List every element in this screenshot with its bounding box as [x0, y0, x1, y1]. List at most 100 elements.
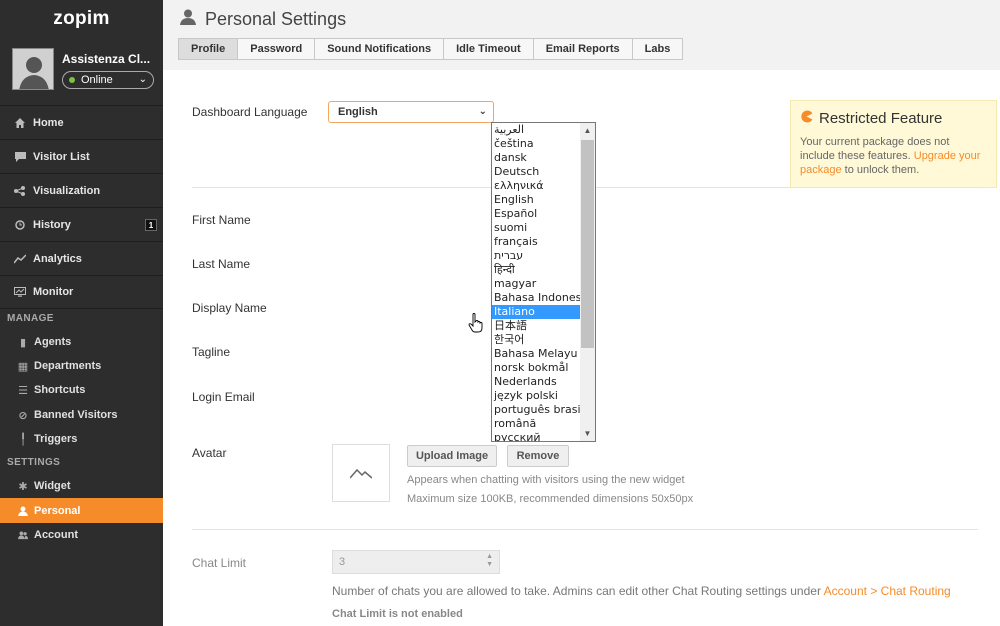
sidebar-item-monitor[interactable]: Monitor	[0, 275, 163, 309]
language-option[interactable]: עברית	[492, 249, 580, 263]
sidebar-item-home[interactable]: Home	[0, 105, 163, 139]
sidebar-item-label: Shortcuts	[34, 384, 86, 396]
dropdown-scrollbar[interactable]: ▲ ▼	[580, 123, 595, 441]
chat-routing-link[interactable]: Account > Chat Routing	[824, 584, 951, 598]
restricted-icon	[800, 110, 813, 127]
sidebar-item-history[interactable]: History 1	[0, 207, 163, 241]
avatar-silhouette-icon	[13, 49, 53, 89]
sidebar-item-visualization[interactable]: Visualization	[0, 173, 163, 207]
language-option[interactable]: magyar	[492, 277, 580, 291]
departments-icon: ▦	[17, 360, 29, 373]
restricted-feature-box: Restricted Feature Your current package …	[790, 100, 997, 188]
chat-limit-help: Number of chats you are allowed to take.…	[332, 584, 951, 598]
language-option[interactable]: français	[492, 235, 580, 249]
manage-section-label: MANAGE	[7, 313, 54, 324]
language-option[interactable]: Deutsch	[492, 165, 580, 179]
language-option[interactable]: 日本語	[492, 319, 580, 333]
sidebar-item-label: Account	[34, 529, 78, 541]
user-icon	[179, 9, 197, 30]
tab-sound-notifications[interactable]: Sound Notifications	[315, 38, 445, 60]
sidebar-item-personal[interactable]: Personal	[0, 498, 163, 523]
scroll-up-icon[interactable]: ▲	[580, 123, 595, 138]
tab-email-reports[interactable]: Email Reports	[533, 38, 633, 60]
upload-image-button[interactable]: Upload Image	[407, 445, 497, 467]
sidebar: zopim Assistenza Cl... Online ⌄ Home Vis…	[0, 0, 163, 626]
language-option[interactable]: norsk bokmål	[492, 361, 580, 375]
account-icon	[18, 530, 28, 540]
shortcuts-icon: ☰	[18, 384, 28, 397]
sidebar-item-shortcuts[interactable]: ☰ Shortcuts	[0, 379, 163, 401]
language-option[interactable]: dansk	[492, 151, 580, 165]
sidebar-item-agents[interactable]: ▮ Agents	[0, 331, 163, 353]
language-option[interactable]: Español	[492, 207, 580, 221]
language-option[interactable]: čeština	[492, 137, 580, 151]
language-option[interactable]: русский	[492, 431, 580, 441]
sidebar-item-departments[interactable]: ▦ Departments	[0, 355, 163, 377]
language-dropdown-list[interactable]: العربية čeština dansk Deutsch ελληνικά Englis…	[491, 122, 596, 442]
sidebar-item-account[interactable]: Account	[0, 524, 163, 546]
sidebar-item-analytics[interactable]: Analytics	[0, 241, 163, 275]
language-option[interactable]: Bahasa Melayu	[492, 347, 580, 361]
chat-limit-value: 3	[339, 556, 346, 568]
language-option[interactable]: română	[492, 417, 580, 431]
stepper-arrows-icon: ▲ ▼	[486, 553, 493, 568]
restricted-feature-title: Restricted Feature	[800, 110, 987, 127]
scrollbar-thumb[interactable]	[581, 140, 594, 348]
scroll-down-icon[interactable]: ▼	[580, 426, 595, 441]
gear-icon: ✱	[18, 480, 28, 493]
language-option[interactable]: ελληνικά	[492, 179, 580, 193]
zopim-logo[interactable]: zopim	[0, 0, 163, 38]
language-option[interactable]: English	[492, 193, 580, 207]
avatar-help-text-2: Maximum size 100KB, recommended dimensio…	[407, 493, 694, 505]
ban-icon: ⊘	[18, 409, 28, 422]
online-dot-icon	[69, 77, 75, 83]
sidebar-item-visitor-list[interactable]: Visitor List	[0, 139, 163, 173]
language-option[interactable]: 한국어	[492, 333, 580, 347]
sidebar-item-label: Triggers	[34, 433, 78, 445]
language-option[interactable]: Bahasa Indonesia	[492, 291, 591, 305]
language-option[interactable]: język polski	[492, 389, 580, 403]
avatar[interactable]	[12, 48, 54, 90]
restricted-text-2: to unlock them.	[841, 164, 920, 176]
language-option[interactable]: português brasileiro	[492, 403, 595, 417]
agent-profile: Assistenza Cl... Online ⌄	[12, 48, 157, 96]
status-select[interactable]: Online ⌄	[62, 71, 154, 89]
chat-limit-label: Chat Limit	[192, 556, 247, 570]
home-icon	[14, 117, 26, 129]
display-name-label: Display Name	[192, 301, 267, 315]
agent-icon: ▮	[19, 336, 27, 349]
tab-password[interactable]: Password	[238, 38, 316, 60]
divider	[192, 529, 978, 530]
settings-tabs: Profile Password Sound Notifications Idl…	[178, 38, 684, 60]
sidebar-item-label: Home	[33, 116, 64, 129]
hand-cursor-icon	[468, 313, 483, 333]
image-placeholder-icon	[350, 468, 372, 479]
chevron-down-icon: ⌄	[138, 74, 147, 85]
chat-limit-status: Chat Limit is not enabled	[332, 608, 463, 620]
language-option[interactable]: Italiano	[492, 305, 580, 319]
visualization-icon	[14, 185, 26, 197]
avatar-preview	[332, 444, 390, 502]
tab-idle-timeout[interactable]: Idle Timeout	[444, 38, 534, 60]
sidebar-item-triggers[interactable]: ╿ Triggers	[0, 428, 163, 450]
first-name-label: First Name	[192, 213, 251, 227]
sidebar-item-widget[interactable]: ✱ Widget	[0, 475, 163, 497]
last-name-label: Last Name	[192, 257, 251, 271]
tab-profile[interactable]: Profile	[178, 38, 239, 60]
chevron-down-icon: ⌄	[478, 106, 487, 117]
language-option[interactable]: हिन्दी	[492, 263, 580, 277]
remove-avatar-button[interactable]: Remove	[507, 445, 569, 467]
language-option[interactable]: suomi	[492, 221, 580, 235]
tab-labs[interactable]: Labs	[632, 38, 684, 60]
dashboard-language-select[interactable]: English ⌄	[328, 101, 494, 123]
sidebar-item-label: Analytics	[33, 252, 82, 265]
sidebar-item-banned-visitors[interactable]: ⊘ Banned Visitors	[0, 404, 163, 426]
tagline-label: Tagline	[192, 345, 231, 359]
language-option[interactable]: العربية	[492, 123, 580, 137]
user-icon	[18, 506, 28, 516]
sidebar-item-label: Monitor	[33, 286, 74, 298]
agent-name: Assistenza Cl...	[62, 52, 151, 66]
chat-limit-help-text: Number of chats you are allowed to take.…	[332, 584, 824, 598]
trigger-icon: ╿	[19, 433, 27, 446]
language-option[interactable]: Nederlands	[492, 375, 580, 389]
